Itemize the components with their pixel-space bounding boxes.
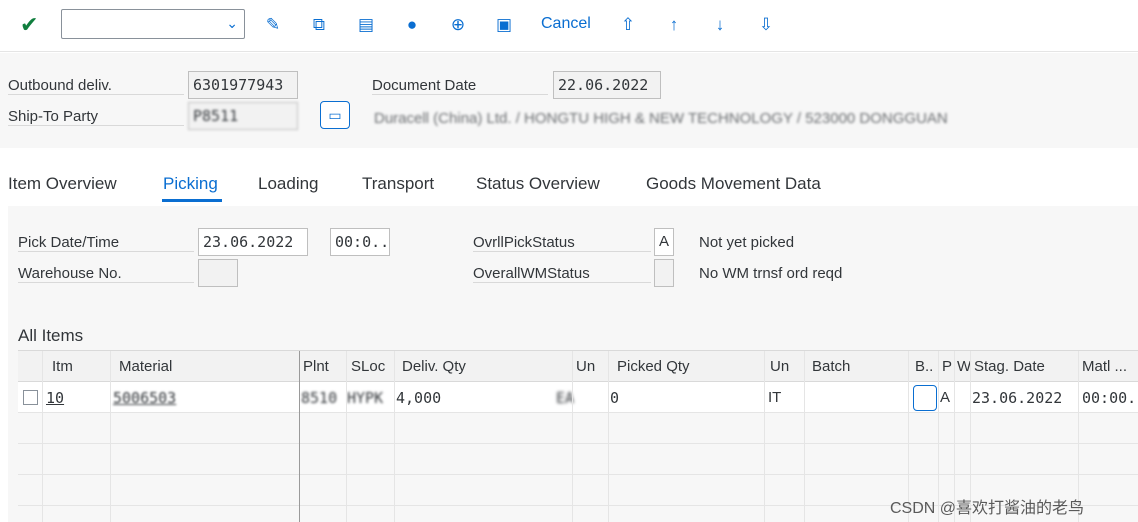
tab-transport[interactable]: Transport: [362, 174, 434, 194]
outbound-delivery-field[interactable]: 6301977943: [188, 71, 298, 99]
header-area: [0, 53, 1138, 148]
package-icon[interactable]: ⊕: [446, 12, 470, 38]
save-icon[interactable]: ▣: [492, 12, 516, 38]
column-divider: [804, 351, 805, 522]
active-tab-indicator: [162, 199, 222, 202]
frozen-column-divider: [299, 351, 300, 522]
column-header[interactable]: Picked Qty: [617, 358, 690, 375]
plant-cell: 8510: [301, 389, 338, 407]
cancel-button[interactable]: Cancel: [541, 15, 591, 33]
column-header[interactable]: Deliv. Qty: [402, 358, 466, 375]
pick-date-field[interactable]: 23.06.2022: [198, 228, 308, 256]
column-header[interactable]: Itm: [52, 358, 73, 375]
item-number-link[interactable]: 10: [46, 389, 64, 407]
column-header[interactable]: Un: [576, 358, 595, 375]
column-header[interactable]: Stag. Date: [974, 358, 1045, 375]
column-divider: [110, 351, 111, 522]
document-icon[interactable]: ▤: [354, 12, 378, 38]
warehouse-number-field[interactable]: [198, 259, 238, 287]
ship-to-details-button[interactable]: ▭: [320, 101, 350, 129]
picked-unit-cell: IT: [768, 389, 782, 406]
column-divider: [764, 351, 765, 522]
column-header[interactable]: Material: [119, 358, 172, 375]
chevron-down-icon[interactable]: ⌄: [226, 15, 238, 32]
pick-time-field[interactable]: 00:0..: [330, 228, 390, 256]
hat-icon[interactable]: ●: [400, 12, 424, 38]
copy-icon[interactable]: ⧉: [307, 12, 331, 38]
ship-to-party-field[interactable]: P8511: [188, 102, 298, 130]
tab-status-overview[interactable]: Status Overview: [476, 174, 600, 194]
tab-item-overview[interactable]: Item Overview: [8, 174, 117, 194]
column-header[interactable]: Matl ...: [1082, 358, 1127, 375]
first-page-icon[interactable]: ⇧: [616, 12, 640, 38]
storage-location-cell: HYPK: [347, 389, 384, 407]
material-link[interactable]: 5006503: [113, 389, 176, 407]
overall-pick-status-field[interactable]: A: [654, 228, 674, 256]
overall-wm-status-text: No WM trnsf ord reqd: [699, 265, 843, 282]
column-divider: [572, 351, 573, 522]
tab-goods-movement-data[interactable]: Goods Movement Data: [646, 174, 821, 194]
column-header[interactable]: SLoc: [351, 358, 385, 375]
previous-page-icon[interactable]: ↑: [662, 12, 686, 38]
ship-to-party-name: Duracell (China) Ltd. / HONGTU HIGH & NE…: [374, 110, 948, 127]
all-items-title: All Items: [18, 326, 84, 345]
document-date-field[interactable]: 22.06.2022: [553, 71, 661, 99]
edit-icon[interactable]: ✎: [261, 12, 285, 38]
overall-pick-status-label: OvrllPickStatus: [473, 234, 651, 252]
tab-picking[interactable]: Picking: [163, 174, 218, 194]
staging-date-cell: 23.06.2022: [972, 389, 1063, 407]
picked-quantity-field[interactable]: 0: [610, 389, 619, 407]
material-time-cell: 00:00.: [1082, 389, 1137, 407]
batch-split-field[interactable]: [913, 385, 937, 411]
outbound-delivery-label: Outbound deliv.: [8, 77, 184, 95]
overall-pick-status-text: Not yet picked: [699, 234, 795, 251]
column-divider: [608, 351, 609, 522]
warehouse-number-label: Warehouse No.: [18, 265, 194, 283]
document-date-label: Document Date: [372, 77, 548, 95]
next-page-icon[interactable]: ↓: [708, 12, 732, 38]
tab-loading[interactable]: Loading: [258, 174, 319, 194]
last-page-icon[interactable]: ⇩: [754, 12, 778, 38]
column-divider: [42, 351, 43, 522]
delivery-quantity-cell: 4,000: [396, 389, 442, 407]
column-divider: [346, 351, 347, 522]
column-header[interactable]: P: [942, 358, 952, 375]
pick-date-time-label: Pick Date/Time: [18, 234, 194, 252]
column-header[interactable]: B..: [915, 358, 933, 375]
column-divider: [394, 351, 395, 522]
overall-wm-status-field[interactable]: [654, 259, 674, 287]
column-header[interactable]: Batch: [812, 358, 850, 375]
column-header[interactable]: Un: [770, 358, 789, 375]
watermark: CSDN @喜欢打酱油的老鸟: [890, 500, 1085, 517]
overall-wm-status-label: OverallWMStatus: [473, 265, 651, 283]
command-field[interactable]: ⌄: [61, 9, 245, 39]
pick-status-cell: A: [940, 389, 951, 406]
toolbar: ✔ ⌄ ✎ ⧉ ▤ ● ⊕ ▣ Cancel ⇧ ↑ ↓ ⇩: [0, 0, 1138, 52]
row-select-checkbox[interactable]: [23, 390, 38, 405]
ship-to-party-label: Ship-To Party: [8, 108, 184, 126]
checkmark-icon[interactable]: ✔: [20, 12, 44, 38]
column-header[interactable]: Plnt: [303, 358, 329, 375]
